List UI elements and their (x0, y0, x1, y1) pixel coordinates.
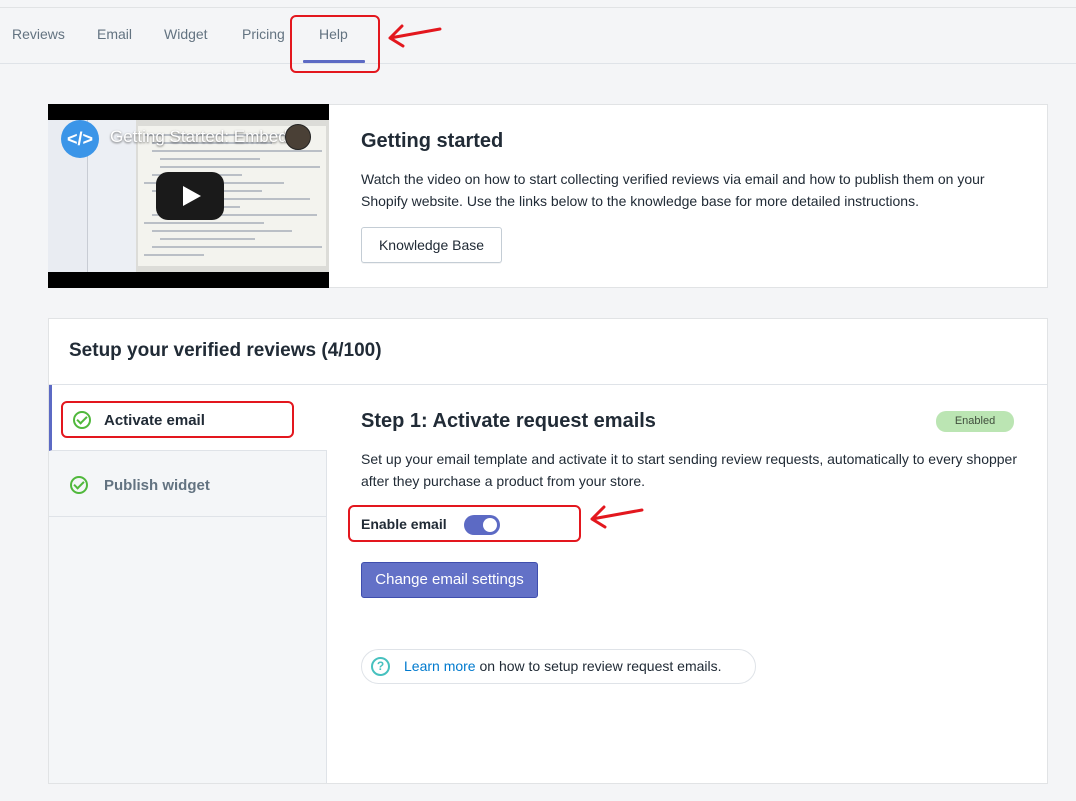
tab-widget[interactable]: Widget (164, 26, 208, 42)
setup-title: Setup your verified reviews (4/100) (69, 340, 382, 361)
channel-logo-icon: </> (61, 120, 99, 158)
tab-email[interactable]: Email (97, 26, 132, 42)
sidebar-item-publish-widget[interactable]: Publish widget (49, 451, 327, 517)
avatar (285, 124, 311, 150)
learn-more-link[interactable]: Learn more (404, 658, 476, 674)
highlight-help-tab (290, 15, 380, 73)
annotation-arrow-icon (388, 24, 442, 48)
tab-pricing[interactable]: Pricing (242, 26, 285, 42)
video-title: Getting Started: Embed... (110, 127, 302, 146)
info-text: on how to setup review request emails. (475, 658, 722, 674)
enable-email-toggle[interactable] (464, 515, 500, 535)
top-bar (0, 0, 1076, 8)
step-title: Step 1: Activate request emails (361, 410, 656, 432)
annotation-arrow-icon (590, 505, 644, 529)
tab-bar: Reviews Email Widget Pricing Help (0, 8, 1076, 64)
knowledge-base-button[interactable]: Knowledge Base (361, 227, 502, 263)
info-box: ? Learn more on how to setup review requ… (361, 649, 756, 684)
change-email-settings-button[interactable]: Change email settings (361, 562, 538, 598)
play-icon[interactable] (156, 172, 224, 220)
tab-reviews[interactable]: Reviews (12, 26, 65, 42)
getting-started-title: Getting started (361, 130, 504, 152)
status-badge: Enabled (936, 411, 1014, 432)
sidebar-item-label: Publish widget (104, 477, 210, 494)
check-circle-icon (70, 476, 88, 494)
getting-started-description: Watch the video on how to start collecti… (361, 171, 985, 209)
enable-email-label: Enable email (361, 516, 447, 532)
highlight-activate-email (61, 401, 294, 438)
step-description: Set up your email template and activate … (361, 451, 1018, 489)
help-circle-icon: ? (371, 657, 390, 676)
